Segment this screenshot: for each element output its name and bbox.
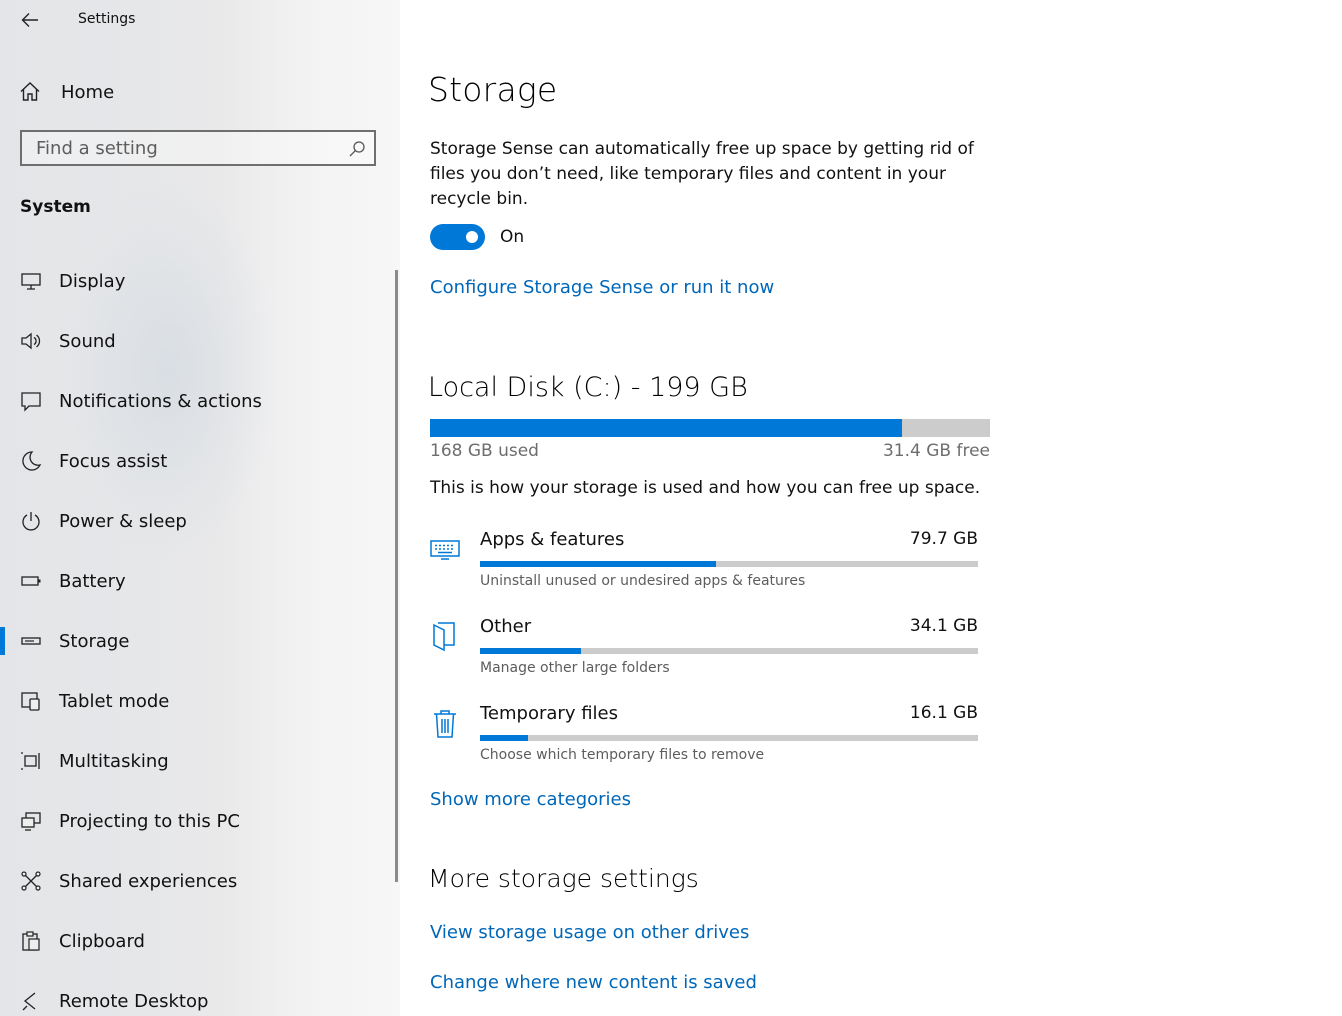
shared-experiences-icon bbox=[19, 869, 43, 893]
main-content: Storage Storage Sense can automatically … bbox=[400, 0, 1342, 1016]
category-usage-bar bbox=[480, 561, 978, 567]
disk-usage-bar bbox=[430, 419, 990, 437]
home-link[interactable]: Home bbox=[18, 78, 114, 106]
display-icon bbox=[19, 269, 43, 293]
disk-usage-fill bbox=[430, 419, 903, 437]
back-button[interactable] bbox=[16, 8, 44, 32]
toggle-state-label: On bbox=[500, 227, 525, 247]
sidebar-item-multitasking[interactable]: Multitasking bbox=[0, 731, 396, 791]
category-usage-fill bbox=[480, 561, 717, 567]
disk-free-label: 31.4 GB free bbox=[882, 441, 990, 461]
category-subtitle: Choose which temporary files to remove bbox=[480, 747, 765, 763]
sidebar-item-battery[interactable]: Battery bbox=[0, 551, 396, 611]
home-icon bbox=[20, 82, 40, 101]
sidebar-item-label: Notifications & actions bbox=[59, 390, 262, 412]
sidebar-item-label: Power & sleep bbox=[59, 510, 187, 532]
toggle-knob bbox=[466, 231, 478, 243]
category-usage-fill bbox=[480, 648, 582, 654]
sidebar-item-shared-experiences[interactable]: Shared experiences bbox=[0, 851, 396, 911]
projecting-icon bbox=[19, 809, 43, 833]
sidebar-item-label: Sound bbox=[59, 330, 116, 352]
search-input[interactable] bbox=[22, 136, 338, 160]
sidebar-item-label: Projecting to this PC bbox=[59, 810, 240, 832]
sidebar-scrollbar[interactable] bbox=[395, 270, 398, 882]
category-size: 34.1 GB bbox=[909, 616, 978, 636]
home-label: Home bbox=[61, 81, 115, 103]
sidebar-item-tablet-mode[interactable]: Tablet mode bbox=[0, 671, 396, 731]
sidebar: Settings Home System Display Sound Notif… bbox=[0, 0, 400, 1016]
sidebar-item-label: Tablet mode bbox=[59, 690, 170, 712]
keyboard-icon bbox=[430, 533, 460, 567]
category-subtitle: Uninstall unused or undesired apps & fea… bbox=[480, 573, 806, 589]
category-size: 79.7 GB bbox=[909, 529, 978, 549]
sidebar-item-notifications[interactable]: Notifications & actions bbox=[0, 371, 396, 431]
disk-title: Local Disk (C:) - 199 GB bbox=[428, 372, 748, 403]
battery-icon bbox=[19, 569, 43, 593]
category-usage-bar bbox=[480, 648, 978, 654]
sidebar-item-label: Battery bbox=[59, 570, 126, 592]
category-temporary-files[interactable]: Temporary files 16.1 GB Choose which tem… bbox=[430, 703, 978, 773]
category-other[interactable]: Other 34.1 GB Manage other large folders bbox=[430, 616, 978, 686]
category-apps-features[interactable]: Apps & features 79.7 GB Uninstall unused… bbox=[430, 529, 978, 599]
power-icon bbox=[19, 509, 43, 533]
page-title: Storage bbox=[428, 70, 558, 109]
sidebar-item-focus-assist[interactable]: Focus assist bbox=[0, 431, 396, 491]
sidebar-item-label: Remote Desktop bbox=[59, 990, 209, 1012]
more-storage-settings-heading: More storage settings bbox=[428, 864, 699, 893]
category-usage-fill bbox=[480, 735, 528, 741]
category-usage-bar bbox=[480, 735, 978, 741]
disk-used-label: 168 GB used bbox=[430, 441, 539, 461]
sidebar-item-power-sleep[interactable]: Power & sleep bbox=[0, 491, 396, 551]
speaker-icon bbox=[19, 329, 43, 353]
category-name: Apps & features bbox=[480, 529, 625, 550]
sidebar-item-remote-desktop[interactable]: Remote Desktop bbox=[0, 971, 396, 1016]
category-subtitle: Manage other large folders bbox=[480, 660, 670, 676]
sidebar-item-label: Storage bbox=[59, 630, 130, 652]
sidebar-item-projecting[interactable]: Projecting to this PC bbox=[0, 791, 396, 851]
storage-sense-description: Storage Sense can automatically free up … bbox=[430, 139, 974, 209]
sidebar-item-label: Display bbox=[59, 270, 126, 292]
search-icon[interactable] bbox=[348, 140, 366, 158]
view-other-drives-link[interactable]: View storage usage on other drives bbox=[430, 922, 749, 943]
sidebar-item-label: Multitasking bbox=[59, 750, 169, 772]
change-new-content-location-link[interactable]: Change where new content is saved bbox=[430, 972, 757, 993]
sidebar-item-storage[interactable]: Storage bbox=[0, 611, 396, 671]
sidebar-item-sound[interactable]: Sound bbox=[0, 311, 396, 371]
sidebar-nav: Display Sound Notifications & actions Fo… bbox=[0, 251, 396, 1016]
multitasking-icon bbox=[19, 749, 43, 773]
category-name: Temporary files bbox=[480, 703, 618, 724]
sidebar-item-label: Clipboard bbox=[59, 930, 145, 952]
notification-icon bbox=[19, 389, 43, 413]
moon-icon bbox=[19, 449, 43, 473]
tablet-mode-icon bbox=[19, 689, 43, 713]
remote-desktop-icon bbox=[19, 989, 43, 1013]
category-name: Other bbox=[480, 616, 532, 637]
clipboard-icon bbox=[19, 929, 43, 953]
sidebar-item-display[interactable]: Display bbox=[0, 251, 396, 311]
sidebar-item-label: Shared experiences bbox=[59, 870, 238, 892]
trash-icon bbox=[430, 707, 460, 741]
app-title: Settings bbox=[78, 11, 136, 27]
show-more-categories-link[interactable]: Show more categories bbox=[430, 789, 631, 810]
back-arrow-icon bbox=[21, 13, 38, 27]
section-heading-system: System bbox=[20, 197, 91, 217]
storage-info-text: This is how your storage is used and how… bbox=[430, 478, 981, 498]
category-size: 16.1 GB bbox=[909, 703, 978, 723]
sidebar-item-clipboard[interactable]: Clipboard bbox=[0, 911, 396, 971]
sidebar-item-label: Focus assist bbox=[59, 450, 168, 472]
drive-icon bbox=[19, 629, 43, 653]
configure-storage-sense-link[interactable]: Configure Storage Sense or run it now bbox=[430, 277, 774, 298]
search-box[interactable] bbox=[20, 130, 376, 166]
folder-icon bbox=[430, 620, 460, 654]
storage-sense-toggle[interactable] bbox=[430, 224, 485, 250]
